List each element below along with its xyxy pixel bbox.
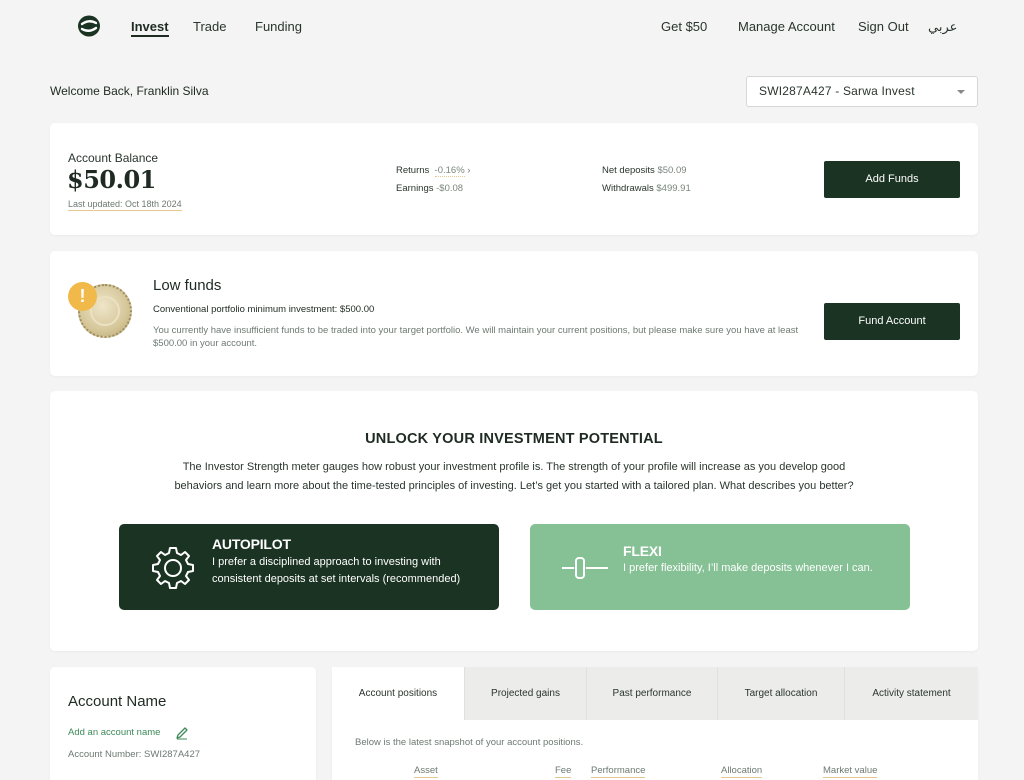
earnings-value: -$0.08 — [436, 183, 464, 194]
nav-invest[interactable]: Invest — [131, 19, 169, 37]
net-deposits-label: Net deposits — [602, 165, 655, 176]
column-header-fee[interactable]: Fee — [555, 765, 572, 778]
autopilot-description: I prefer a disciplined approach to inves… — [212, 556, 461, 585]
account-selector-value: SWI287A427 - Sarwa Invest — [759, 84, 915, 98]
unlock-description: The Investor Strength meter gauges how r… — [174, 461, 854, 492]
account-number: Account Number: SWI287A427 — [68, 749, 201, 760]
column-header-performance[interactable]: Performance — [591, 765, 646, 778]
withdrawals-stat: Withdrawals $499.91 — [602, 183, 691, 194]
unlock-title: UNLOCK YOUR INVESTMENT POTENTIAL — [365, 431, 663, 447]
account-details-card: Account positions Projected gains Past p… — [332, 667, 978, 780]
welcome-message: Welcome Back, Franklin Silva — [50, 84, 209, 98]
column-header-asset[interactable]: Asset — [414, 765, 438, 778]
nav-language-arabic[interactable]: عربي — [928, 19, 957, 35]
column-header-allocation[interactable]: Allocation — [721, 765, 763, 778]
net-deposits-stat: Net deposits $50.09 — [602, 165, 687, 176]
balance-value: $50.01 — [67, 165, 156, 194]
slider-icon — [562, 557, 608, 579]
withdrawals-value: $499.91 — [656, 183, 691, 194]
flexi-option[interactable]: FLEXI I prefer flexibility, I’ll make de… — [530, 524, 910, 610]
pencil-icon[interactable] — [175, 726, 189, 740]
tab-activity-statement[interactable]: Activity statement — [844, 667, 978, 720]
tab-projected-gains[interactable]: Projected gains — [464, 667, 586, 720]
returns-value: -0.16% — [434, 165, 465, 177]
earnings-stat: Earnings -$0.08 — [396, 183, 463, 194]
tab-target-allocation[interactable]: Target allocation — [717, 667, 844, 720]
sarwa-logo-icon[interactable] — [76, 13, 102, 39]
add-account-name-link[interactable]: Add an account name — [68, 727, 160, 738]
account-balance-card: Account Balance $50.01 Last updated: Oct… — [50, 123, 978, 235]
autopilot-title: AUTOPILOT — [212, 536, 291, 552]
investment-potential-card: UNLOCK YOUR INVESTMENT POTENTIAL The Inv… — [50, 391, 978, 651]
nav-sign-out[interactable]: Sign Out — [858, 19, 909, 34]
returns-stat[interactable]: Returns -0.16% › — [396, 165, 471, 177]
withdrawals-label: Withdrawals — [602, 183, 654, 194]
top-navigation: Invest Trade Funding Get $50 Manage Acco… — [0, 0, 1024, 56]
account-selector[interactable]: SWI287A427 - Sarwa Invest — [746, 76, 978, 107]
account-tabs: Account positions Projected gains Past p… — [332, 667, 978, 720]
returns-label: Returns — [396, 165, 430, 176]
tab-past-performance[interactable]: Past performance — [586, 667, 717, 720]
positions-subtitle: Below is the latest snapshot of your acc… — [355, 737, 584, 748]
account-name-title: Account Name — [68, 693, 167, 710]
net-deposits-value: $50.09 — [657, 165, 687, 176]
earnings-label: Earnings — [396, 183, 434, 194]
account-name-card: Account Name Add an account name Account… — [50, 667, 316, 780]
add-funds-button[interactable]: Add Funds — [824, 161, 960, 198]
chevron-right-icon: › — [467, 165, 471, 176]
gear-icon — [152, 547, 194, 589]
flexi-description: I prefer flexibility, I’ll make deposits… — [623, 562, 873, 574]
balance-updated: Last updated: Oct 18th 2024 — [68, 199, 182, 211]
nav-funding[interactable]: Funding — [255, 19, 302, 34]
tab-account-positions[interactable]: Account positions — [332, 667, 464, 720]
autopilot-option[interactable]: AUTOPILOT I prefer a disciplined approac… — [119, 524, 499, 610]
column-header-market-value[interactable]: Market value — [823, 765, 878, 778]
nav-trade[interactable]: Trade — [193, 19, 226, 34]
minimum-investment: Conventional portfolio minimum investmen… — [153, 304, 375, 315]
fund-account-button[interactable]: Fund Account — [824, 303, 960, 340]
nav-get-50[interactable]: Get $50 — [661, 19, 707, 34]
balance-label: Account Balance — [68, 151, 159, 165]
warning-icon: ! — [68, 282, 97, 311]
nav-manage-account[interactable]: Manage Account — [738, 19, 835, 34]
low-funds-card: ! Low funds Conventional portfolio minim… — [50, 251, 978, 376]
chevron-down-icon — [957, 90, 965, 94]
flexi-title: FLEXI — [623, 543, 662, 559]
low-funds-title: Low funds — [153, 277, 222, 294]
low-funds-description: You currently have insufficient funds to… — [153, 325, 799, 349]
